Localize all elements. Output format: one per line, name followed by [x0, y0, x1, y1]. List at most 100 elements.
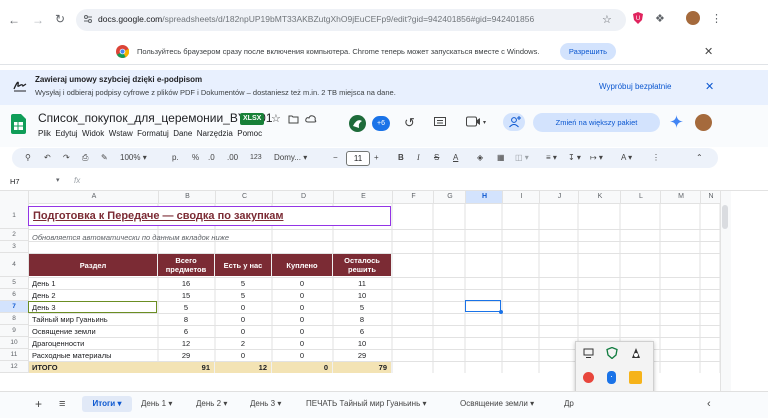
increase-decimal-button[interactable]: .00 — [227, 148, 238, 168]
formula-input[interactable] — [92, 176, 692, 188]
tab-other[interactable]: Др — [564, 396, 574, 412]
row-header[interactable]: 8 — [0, 313, 29, 325]
menu-data[interactable]: Dane — [173, 129, 192, 138]
fill-color-icon[interactable]: ◈ — [477, 148, 483, 168]
row-header[interactable]: 4 — [0, 253, 29, 277]
tab-day2[interactable]: День 2 ▾ — [196, 396, 227, 412]
strikethrough-button[interactable]: S — [434, 148, 439, 168]
share-button[interactable] — [503, 113, 525, 131]
value-cell[interactable]: 0 — [215, 350, 271, 361]
total-cell[interactable]: 91 — [158, 362, 214, 373]
column-header[interactable]: K — [578, 191, 621, 203]
move-folder-icon[interactable] — [288, 113, 299, 124]
back-icon[interactable]: ← — [8, 13, 20, 27]
menu-edit[interactable]: Edytuj — [55, 129, 77, 138]
column-header[interactable]: M — [660, 191, 701, 203]
add-sheet-icon[interactable]: + — [35, 396, 42, 412]
horizontal-align-icon[interactable]: ≡ ▾ — [546, 148, 557, 168]
font-family-select[interactable]: Domy... ▾ — [274, 148, 307, 168]
column-header[interactable]: J — [539, 191, 579, 203]
forward-icon[interactable]: → — [32, 13, 44, 27]
site-info-icon[interactable] — [83, 14, 93, 24]
menu-format[interactable]: Formatuj — [137, 129, 169, 138]
value-cell[interactable]: 0 — [272, 290, 332, 301]
row-header[interactable]: 9 — [0, 325, 29, 337]
document-title[interactable]: Список_покупок_для_церемонии_BY_001 — [38, 111, 273, 125]
more-formats-button[interactable]: 123 — [250, 148, 262, 168]
infobar-close-icon[interactable]: ✕ — [704, 45, 713, 58]
tray-chrome-icon[interactable] — [583, 372, 594, 383]
menu-file[interactable]: Plik — [38, 129, 51, 138]
tab-active[interactable]: Итоги ▾ — [82, 396, 132, 412]
total-cell[interactable]: 12 — [215, 362, 271, 373]
value-cell[interactable]: 0 — [272, 302, 332, 313]
menu-help[interactable]: Pomoc — [237, 129, 262, 138]
allow-button[interactable]: Разрешить — [560, 43, 616, 60]
section-name-cell[interactable]: Освящение земли — [29, 326, 160, 337]
paint-format-icon[interactable]: ✎ — [101, 148, 108, 168]
column-header[interactable]: C — [215, 191, 273, 203]
value-cell[interactable]: 5 — [333, 302, 391, 313]
section-name-cell[interactable]: День 3 — [29, 302, 160, 313]
tray-app-icon[interactable] — [630, 347, 642, 359]
version-history-icon[interactable]: ↺ — [404, 115, 415, 131]
total-cell[interactable]: 79 — [333, 362, 391, 373]
row-header[interactable]: 3 — [0, 241, 29, 253]
value-cell[interactable]: 29 — [333, 350, 391, 361]
value-cell[interactable]: 0 — [272, 326, 332, 337]
tab-print-guanyin[interactable]: ПЕЧАТЬ Тайный мир Гуаньинь ▾ — [306, 396, 426, 412]
decrease-decimal-button[interactable]: .0 — [208, 148, 215, 168]
value-cell[interactable]: 10 — [333, 338, 391, 349]
value-cell[interactable]: 8 — [158, 314, 214, 325]
try-free-link[interactable]: Wypróbuj bezpłatnie — [599, 82, 671, 91]
value-cell[interactable]: 5 — [215, 278, 271, 289]
collaborator-avatar[interactable] — [349, 115, 366, 132]
section-name-cell[interactable]: Драгоценности — [29, 338, 160, 349]
zoom-select[interactable]: 100% ▾ — [120, 148, 147, 168]
more-options-icon[interactable]: ⋮ — [652, 148, 660, 168]
italic-button[interactable]: I — [417, 148, 420, 168]
more-collaborators-badge[interactable]: +6 — [372, 116, 390, 131]
value-cell[interactable]: 2 — [215, 338, 271, 349]
tab-day3[interactable]: День 3 ▾ — [250, 396, 281, 412]
name-box-dropdown-icon[interactable]: ▾ — [56, 176, 60, 184]
menu-insert[interactable]: Wstaw — [109, 129, 133, 138]
text-wrap-icon[interactable]: ↦ ▾ — [590, 148, 603, 168]
title-cell[interactable]: Подготовка к Передаче — сводка по закупк… — [28, 206, 391, 226]
sheets-logo-icon[interactable] — [11, 114, 26, 134]
reload-icon[interactable]: ↻ — [55, 12, 65, 26]
star-icon[interactable]: ☆ — [271, 112, 281, 125]
tray-monitor-icon[interactable] — [583, 348, 594, 359]
profile-avatar[interactable] — [686, 11, 700, 25]
value-cell[interactable]: 8 — [333, 314, 391, 325]
tray-security-icon[interactable] — [606, 347, 618, 359]
row-header[interactable]: 10 — [0, 337, 29, 349]
value-cell[interactable]: 0 — [272, 350, 332, 361]
value-cell[interactable]: 15 — [158, 290, 214, 301]
section-name-cell[interactable]: День 2 — [29, 290, 160, 301]
comments-icon[interactable] — [434, 117, 446, 128]
value-cell[interactable]: 6 — [333, 326, 391, 337]
section-name-cell[interactable]: Расходные материалы — [29, 350, 160, 361]
gemini-icon[interactable] — [670, 115, 683, 128]
extensions-puzzle-icon[interactable]: ❖ — [655, 12, 665, 25]
value-cell[interactable]: 0 — [215, 326, 271, 337]
section-name-cell[interactable]: Тайный мир Гуаньинь — [29, 314, 160, 325]
text-color-button[interactable]: A — [453, 148, 458, 168]
row-header[interactable]: 12 — [0, 361, 29, 373]
decrease-font-size-button[interactable]: − — [333, 148, 338, 168]
selected-cell[interactable] — [465, 300, 501, 312]
column-header[interactable]: G — [433, 191, 466, 203]
section-name-cell[interactable]: День 1 — [29, 278, 160, 289]
row-header[interactable]: 6 — [0, 289, 29, 301]
collapse-toolbar-icon[interactable]: ⌃ — [696, 148, 703, 168]
banner-close-icon[interactable]: ✕ — [705, 80, 714, 93]
value-cell[interactable]: 0 — [215, 302, 271, 313]
value-cell[interactable]: 0 — [272, 338, 332, 349]
value-cell[interactable]: 6 — [158, 326, 214, 337]
user-avatar[interactable] — [695, 114, 712, 131]
tray-bluetooth-icon[interactable]: ᛫ — [607, 371, 616, 384]
name-box[interactable]: H7 — [10, 177, 20, 186]
borders-icon[interactable]: ▦ — [497, 148, 505, 168]
vertical-align-icon[interactable]: ↧ ▾ — [568, 148, 581, 168]
